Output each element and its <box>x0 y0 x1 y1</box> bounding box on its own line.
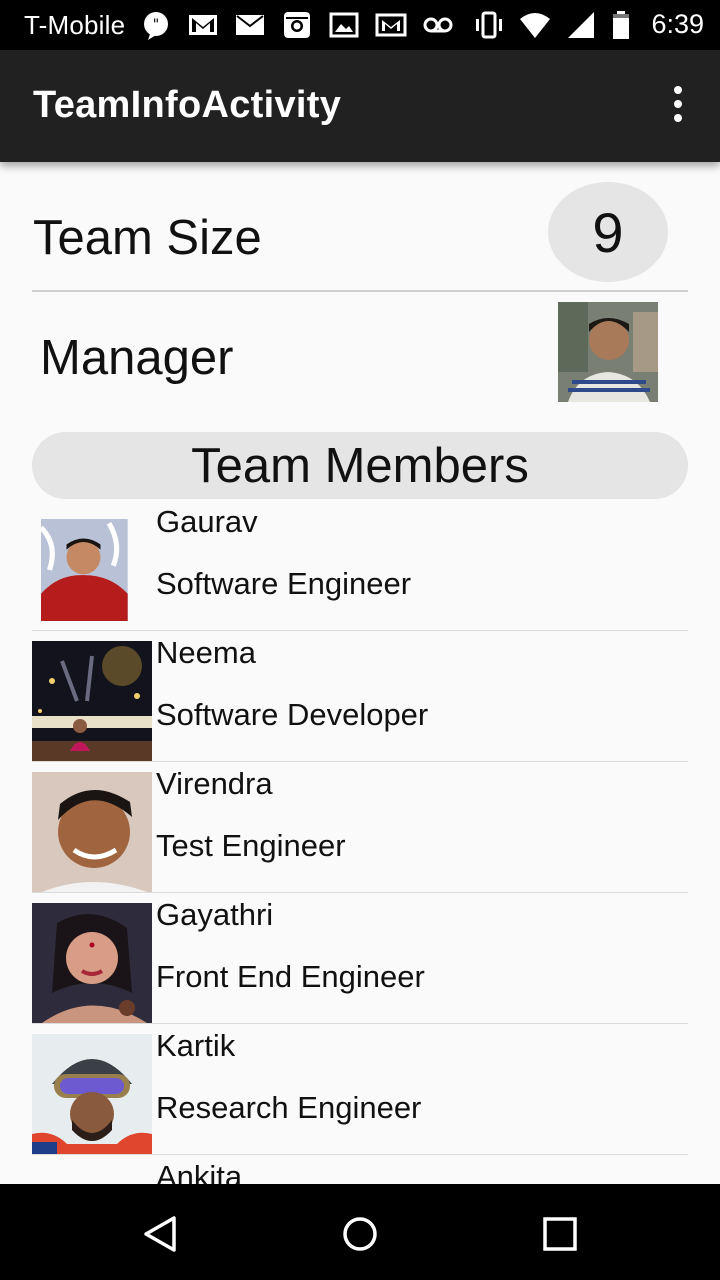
member-name: Gaurav <box>156 504 258 539</box>
carrier-label: T-Mobile <box>24 10 126 40</box>
list-item-member[interactable]: Virendra Test Engineer <box>32 762 688 893</box>
app-title: TeamInfoActivity <box>33 84 342 126</box>
team-members-header: Team Members <box>32 432 688 499</box>
member-avatar <box>32 772 152 892</box>
member-avatar <box>32 641 152 761</box>
member-list[interactable]: Gaurav Software Engineer Neema Software … <box>32 500 688 1184</box>
member-avatar <box>41 519 128 621</box>
vibrate-icon <box>476 11 503 38</box>
list-item-member[interactable]: Gaurav Software Engineer <box>32 500 688 631</box>
list-item-member[interactable]: Neema Software Developer <box>32 631 688 762</box>
home-icon[interactable] <box>338 1212 382 1256</box>
list-item-member[interactable]: Gayathri Front End Engineer <box>32 893 688 1024</box>
member-name: Ankita <box>156 1159 243 1184</box>
manager-avatar[interactable] <box>558 302 658 402</box>
team-size-badge: 9 <box>548 182 668 282</box>
manager-label: Manager <box>40 331 234 385</box>
signal-icon <box>568 11 595 38</box>
member-role: Research Engineer <box>156 1090 422 1125</box>
member-name: Neema <box>156 635 256 670</box>
instagram-icon <box>284 12 310 38</box>
member-role: Software Engineer <box>156 566 412 601</box>
team-members-title: Team Members <box>191 438 529 493</box>
recents-icon[interactable] <box>538 1212 582 1256</box>
more-vert-icon[interactable] <box>666 86 690 126</box>
wifi-icon <box>520 12 551 38</box>
member-role: Front End Engineer <box>156 959 425 994</box>
member-avatar <box>52 1165 132 1184</box>
navigation-bar <box>0 1184 720 1280</box>
gmail-icon <box>375 13 407 37</box>
email-icon <box>236 15 264 35</box>
battery-icon <box>613 10 630 39</box>
team-size-label: Team Size <box>33 211 262 265</box>
notification-icons: " <box>140 10 454 40</box>
clock: 6:39 <box>651 9 704 39</box>
system-icons: 6:39 <box>473 9 704 40</box>
member-role: Test Engineer <box>156 828 346 863</box>
member-name: Virendra <box>156 766 273 801</box>
chat-bubble-icon: " <box>144 12 168 40</box>
list-item-member[interactable]: Ankita <box>32 1155 688 1184</box>
list-item-member[interactable]: Kartik Research Engineer <box>32 1024 688 1155</box>
member-avatar <box>32 1034 152 1154</box>
back-icon[interactable] <box>138 1212 182 1256</box>
gmail-icon <box>189 15 217 35</box>
member-role: Software Developer <box>156 697 429 732</box>
member-avatar <box>32 903 152 1023</box>
svg-text:": " <box>153 17 159 33</box>
app-bar: TeamInfoActivity <box>0 50 720 162</box>
member-name: Gayathri <box>156 897 274 932</box>
divider <box>32 290 688 292</box>
status-bar: T-Mobile " 6:39 <box>0 0 720 50</box>
image-icon <box>329 12 359 38</box>
member-name: Kartik <box>156 1028 236 1063</box>
voicemail-icon <box>423 17 453 33</box>
team-size-value: 9 <box>592 200 624 264</box>
